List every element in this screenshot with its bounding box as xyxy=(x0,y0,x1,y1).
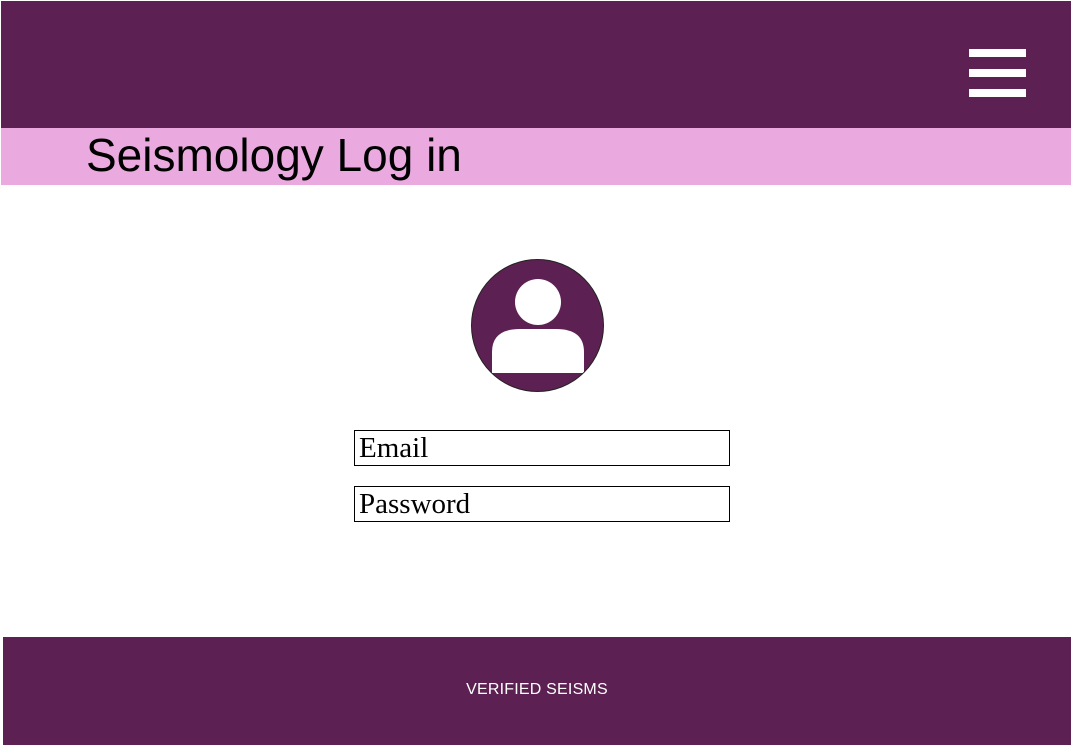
hamburger-menu-icon-bar xyxy=(969,89,1026,97)
menu-button[interactable] xyxy=(967,47,1027,99)
footer-text: VERIFIED SEISMS xyxy=(466,681,608,698)
user-avatar-icon xyxy=(471,259,604,392)
header-bar xyxy=(1,1,1071,128)
login-page: Seismology Log in VERIFIED SEISMS xyxy=(0,0,1073,747)
email-field-box xyxy=(354,430,730,466)
password-field-box xyxy=(354,486,730,522)
hamburger-menu-icon xyxy=(969,49,1026,57)
footer-bar: VERIFIED SEISMS xyxy=(3,637,1071,745)
password-field[interactable] xyxy=(355,487,729,521)
hamburger-menu-icon-bar xyxy=(969,69,1026,77)
email-field[interactable] xyxy=(355,431,729,465)
page-title: Seismology Log in xyxy=(86,129,462,181)
